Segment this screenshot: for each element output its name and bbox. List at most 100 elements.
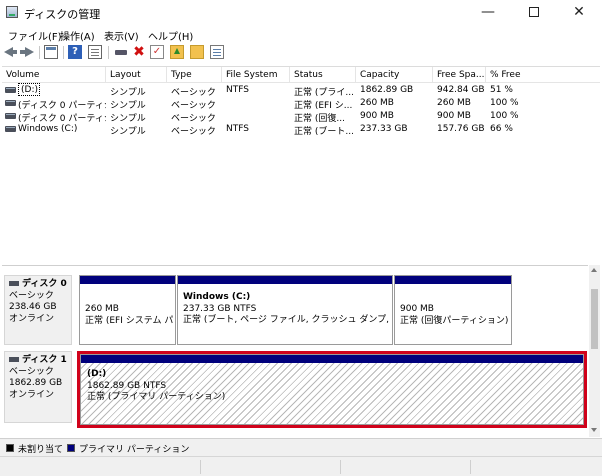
volume-icon — [5, 113, 16, 119]
folder-up-icon[interactable] — [170, 45, 184, 59]
folder-open-icon[interactable] — [190, 45, 204, 59]
primary-partition-bar — [178, 276, 392, 284]
disk-0-label[interactable]: ディスク 0 ベーシック 238.46 GB オンライン — [4, 275, 72, 345]
partition-size: 237.33 GB NTFS — [183, 303, 257, 314]
free-cell: 260 MB — [437, 98, 471, 108]
legend-unallocated: 未割り当て — [18, 445, 64, 455]
free-cell: 157.76 GB — [437, 124, 485, 134]
status-bar — [0, 456, 602, 476]
partition-status: 正常 (回復パーティション) — [400, 315, 509, 326]
status-segment — [340, 460, 341, 474]
disk-name: ディスク 1 — [22, 355, 67, 365]
free-cell: 900 MB — [437, 111, 471, 121]
layout-cell: シンプル — [110, 127, 146, 137]
menu-file[interactable]: ファイル(F) — [8, 28, 62, 43]
scroll-thumb[interactable] — [591, 289, 598, 349]
partition-efi[interactable]: 260 MB 正常 (EFI システム パー — [79, 275, 176, 345]
status-segment — [200, 460, 201, 474]
disk-type: ベーシック — [9, 366, 54, 377]
primary-partition-bar — [80, 276, 175, 284]
primary-swatch — [67, 444, 75, 452]
table-row[interactable]: Windows (C:) シンプル ベーシック NTFS 正常 (ブート... … — [2, 123, 600, 137]
table-row[interactable]: (ディスク 0 パーティシ... シンプル ベーシック 正常 (EFI シ...… — [2, 97, 600, 111]
disk-icon — [9, 281, 19, 286]
minimize-button[interactable]: — — [465, 0, 511, 26]
help-icon[interactable]: ? — [68, 45, 82, 59]
partition-recovery[interactable]: 900 MB 正常 (回復パーティション) — [394, 275, 512, 345]
percent-cell: 100 % — [490, 111, 519, 121]
percent-cell: 51 % — [490, 85, 513, 95]
capacity-cell: 900 MB — [360, 111, 394, 121]
toolbar-separator — [39, 46, 40, 59]
vertical-scrollbar[interactable] — [589, 265, 600, 437]
partition-size: 900 MB — [400, 304, 434, 314]
menu-action[interactable]: 操作(A) — [60, 28, 95, 43]
disk-1-label[interactable]: ディスク 1 ベーシック 1862.89 GB オンライン — [4, 351, 72, 423]
fs-cell: NTFS — [226, 85, 249, 95]
forward-arrow-icon[interactable] — [20, 45, 34, 59]
volume-name: (D:) — [18, 83, 40, 96]
disk-size: 238.46 GB — [9, 302, 57, 312]
type-cell: ベーシック — [171, 127, 216, 137]
status-cell: 正常 (ブート... — [294, 127, 354, 137]
free-cell: 942.84 GB — [437, 85, 485, 95]
connect-disk-icon[interactable] — [114, 45, 128, 59]
menu-help[interactable]: ヘルプ(H) — [148, 28, 193, 43]
capacity-cell: 1862.89 GB — [360, 85, 414, 95]
toolbar: ? ✖ ✓ — [0, 43, 602, 63]
maximize-button[interactable] — [511, 0, 557, 26]
partition-size: 260 MB — [85, 304, 119, 314]
col-volume[interactable]: Volume — [2, 67, 106, 83]
volume-name: Windows (C:) — [18, 124, 78, 134]
col-type[interactable]: Type — [167, 67, 222, 83]
column-header: Volume Layout Type File System Status Ca… — [2, 67, 600, 83]
legend: 未割り当て プライマリ パーティション — [0, 438, 602, 456]
disk-management-icon — [6, 6, 18, 18]
check-icon[interactable]: ✓ — [150, 45, 164, 59]
fs-cell: NTFS — [226, 124, 249, 134]
volume-icon — [5, 126, 16, 132]
console-tree-icon[interactable] — [44, 45, 58, 59]
toolbar-separator — [63, 46, 64, 59]
percent-cell: 66 % — [490, 124, 513, 134]
title-bar: ディスクの管理 — ✕ — [0, 0, 602, 26]
partition-status: 正常 (EFI システム パー — [85, 315, 173, 326]
close-button[interactable]: ✕ — [556, 0, 602, 26]
back-arrow-icon[interactable] — [4, 45, 18, 59]
selection-highlight — [77, 351, 587, 428]
primary-partition-bar — [395, 276, 511, 284]
status-segment — [470, 460, 471, 474]
col-file-system[interactable]: File System — [222, 67, 290, 83]
legend-primary: プライマリ パーティション — [79, 445, 190, 455]
volume-icon — [5, 87, 16, 93]
disk-type: ベーシック — [9, 290, 54, 301]
partition-windows-c[interactable]: Windows (C:) 237.33 GB NTFS 正常 (ブート, ページ… — [177, 275, 393, 345]
partition-status: 正常 (ブート, ページ ファイル, クラッシュ ダンプ, プライマリ — [183, 315, 390, 325]
col-percent-free[interactable]: % Free — [486, 67, 600, 83]
col-capacity[interactable]: Capacity — [356, 67, 433, 83]
capacity-cell: 237.33 GB — [360, 124, 408, 134]
unallocated-swatch — [6, 444, 14, 452]
volume-icon — [5, 100, 16, 106]
col-layout[interactable]: Layout — [106, 67, 167, 83]
delete-icon[interactable]: ✖ — [132, 45, 146, 59]
volume-list: Volume Layout Type File System Status Ca… — [2, 66, 600, 261]
col-status[interactable]: Status — [290, 67, 356, 83]
table-row[interactable]: (ディスク 0 パーティシ... シンプル ベーシック 正常 (回復... 90… — [2, 110, 600, 124]
capacity-cell: 260 MB — [360, 98, 394, 108]
table-row[interactable]: (D:) シンプル ベーシック NTFS 正常 (プライ... 1862.89 … — [2, 83, 600, 98]
partition-title: Windows (C:) — [183, 292, 251, 302]
percent-cell: 100 % — [490, 98, 519, 108]
col-free-space[interactable]: Free Spa... — [433, 67, 486, 83]
disk-name: ディスク 0 — [22, 279, 67, 289]
window-title: ディスクの管理 — [24, 8, 101, 21]
disk-state: オンライン — [9, 313, 55, 324]
menu-bar: ファイル(F) 操作(A) 表示(V) ヘルプ(H) — [0, 26, 602, 43]
scroll-up-icon[interactable] — [591, 268, 597, 272]
maximize-icon — [529, 7, 539, 17]
list-view-icon[interactable] — [210, 45, 224, 59]
properties-icon[interactable] — [88, 45, 102, 59]
disk-size: 1862.89 GB — [9, 378, 63, 388]
scroll-down-icon[interactable] — [591, 428, 597, 432]
menu-view[interactable]: 表示(V) — [104, 28, 139, 43]
